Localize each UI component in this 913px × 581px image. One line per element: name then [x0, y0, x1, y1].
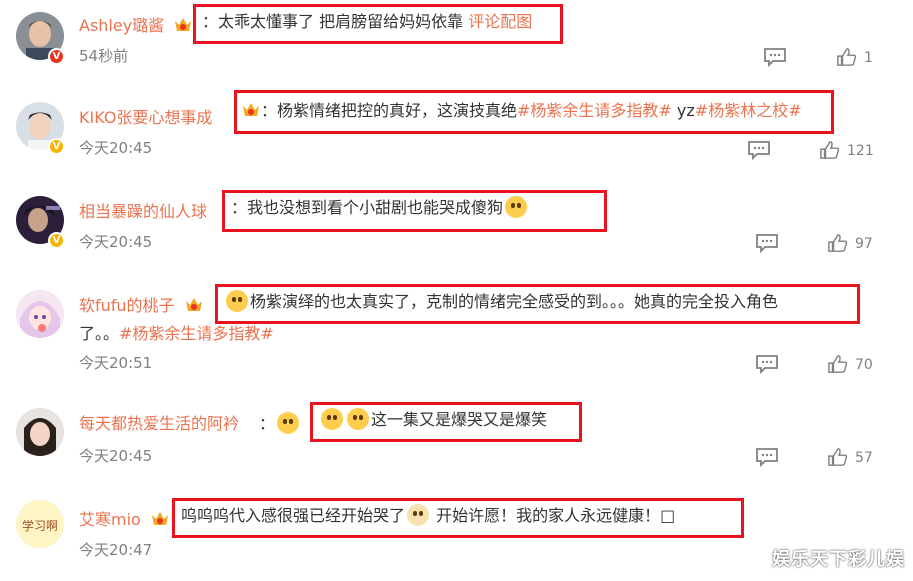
timestamp: 今天20:47: [79, 541, 153, 559]
comment-text-box: 杨紫演绎的也太真实了，克制的情绪完全感受的到。。。她真的完全投入角色: [215, 284, 860, 324]
like-count: 121: [847, 143, 874, 159]
like-count: 1: [864, 50, 873, 66]
crown-badge-icon: [151, 512, 168, 525]
comment-text-box: 这一集又是爆哭又是爆笑: [310, 402, 582, 442]
username[interactable]: 相当暴躁的仙人球: [79, 198, 207, 222]
comment-icon[interactable]: [755, 354, 779, 374]
verified-badge-icon: V: [48, 48, 65, 65]
hashtag-link[interactable]: #杨紫林之校#: [695, 101, 802, 120]
comment-item: V Ashley璐酱 ：太乖太懂事了 把肩膀留给妈妈依靠 评论配图 54秒前 1: [0, 0, 913, 90]
username[interactable]: KIKO张要心想事成: [79, 104, 212, 128]
comment-item: 每天都热爱生活的阿衿 ： 这一集又是爆哭又是爆笑 今天20:45 57: [0, 394, 913, 486]
comment-item: V 相当暴躁的仙人球 ：我也没想到看个小甜剧也能哭成傻狗 今天20:45 97: [0, 182, 913, 274]
comment-text: 这一集又是爆哭又是爆笑: [371, 410, 548, 429]
like-icon[interactable]: [827, 233, 849, 253]
comment-icon[interactable]: [747, 140, 771, 160]
timestamp: 今天20:45: [79, 447, 153, 465]
crying-face-emoji-icon: [347, 408, 369, 430]
username-text[interactable]: Ashley璐酱: [79, 16, 164, 35]
crown-badge-icon: [175, 18, 192, 31]
crying-face-emoji-icon: [226, 290, 248, 312]
timestamp: 今天20:45: [79, 139, 153, 157]
comment-item: 软fufu的桃子 杨紫演绎的也太真实了，克制的情绪完全感受的到。。。她真的完全投…: [0, 274, 913, 394]
comment-text-box: 呜呜呜代入感很强已经开始哭了 开始许愿！我的家人永远健康！□: [172, 498, 744, 538]
like-count: 97: [855, 236, 873, 252]
comment-icon[interactable]: [755, 447, 779, 467]
like-icon[interactable]: [819, 140, 841, 160]
comment-text-wish: 开始许愿！我的家人永远健康！: [431, 506, 661, 525]
comment-text-middle: yz: [671, 101, 695, 120]
hashtag-link[interactable]: #杨紫余生请多指教#: [517, 101, 672, 120]
avatar[interactable]: 学习啊: [16, 500, 64, 548]
comment-image-link[interactable]: 评论配图: [468, 12, 532, 31]
svg-text:学习啊: 学习啊: [22, 518, 58, 533]
like-count: 70: [855, 357, 873, 373]
timestamp: 今天20:51: [79, 354, 153, 372]
comment-icon[interactable]: [755, 233, 779, 253]
comment-text: 太乖太懂事了 把肩膀留给妈妈依靠: [218, 12, 469, 31]
verified-badge-icon: V: [48, 138, 65, 155]
hashtag-link[interactable]: #杨紫余生请多指教#: [119, 324, 274, 343]
colon-text: ：: [259, 414, 276, 433]
username-text[interactable]: 相当暴躁的仙人球: [79, 202, 207, 221]
avatar[interactable]: [16, 408, 64, 456]
username-text[interactable]: 艾寒mio: [79, 510, 141, 529]
timestamp: 今天20:45: [79, 233, 153, 251]
crown-badge-icon: [185, 298, 202, 311]
username-text[interactable]: 每天都热爱生活的阿衿: [79, 414, 239, 433]
like-count: 57: [855, 450, 873, 466]
colon-with-emoji: ：: [259, 410, 301, 434]
username[interactable]: 每天都热爱生活的阿衿: [79, 410, 239, 434]
comment-text: 了。。: [79, 324, 120, 343]
missing-glyph: □: [660, 506, 676, 525]
avatar[interactable]: [16, 290, 64, 338]
comment-text-box: ：太乖太懂事了 把肩膀留给妈妈依靠 评论配图: [193, 4, 563, 44]
comment-text: 呜呜呜代入感很强已经开始哭了: [181, 506, 406, 525]
comment-text-box: ：杨紫情绪把控的真好，这演技真绝#杨紫余生请多指教# yz#杨紫林之校#: [234, 90, 834, 134]
crying-face-emoji-icon: [505, 196, 528, 218]
like-icon[interactable]: [827, 447, 849, 467]
comment-item: V KIKO张要心想事成 ：杨紫情绪把控的真好，这演技真绝#杨紫余生请多指教# …: [0, 90, 913, 182]
timestamp: 54秒前: [79, 47, 129, 65]
watermark: 娱乐天下彩儿娱: [772, 549, 905, 570]
username[interactable]: Ashley璐酱: [79, 12, 193, 36]
crying-face-emoji-icon: [321, 408, 343, 430]
comment-text: ：杨紫情绪把控的真好，这演技真绝: [261, 101, 518, 120]
like-icon[interactable]: [827, 354, 849, 374]
dog-face-emoji-icon: [407, 504, 430, 526]
comment-text-continued: 了。。#杨紫余生请多指教#: [79, 320, 274, 344]
crown-badge-icon: [243, 103, 259, 116]
username[interactable]: 软fufu的桃子: [79, 292, 204, 316]
username[interactable]: 艾寒mio: [79, 506, 170, 530]
username-text[interactable]: 软fufu的桃子: [79, 296, 175, 315]
like-icon[interactable]: [836, 47, 858, 67]
comment-text-box: ：我也没想到看个小甜剧也能哭成傻狗: [222, 190, 607, 232]
comment-text: ：我也没想到看个小甜剧也能哭成傻狗: [231, 198, 504, 217]
comment-icon[interactable]: [763, 47, 787, 67]
verified-badge-icon: V: [48, 232, 65, 249]
crying-face-emoji-icon: [277, 412, 300, 434]
username-text[interactable]: KIKO张要心想事成: [79, 108, 212, 127]
comment-text: 杨紫演绎的也太真实了，克制的情绪完全感受的到。。。她真的完全投入角色: [250, 292, 779, 311]
